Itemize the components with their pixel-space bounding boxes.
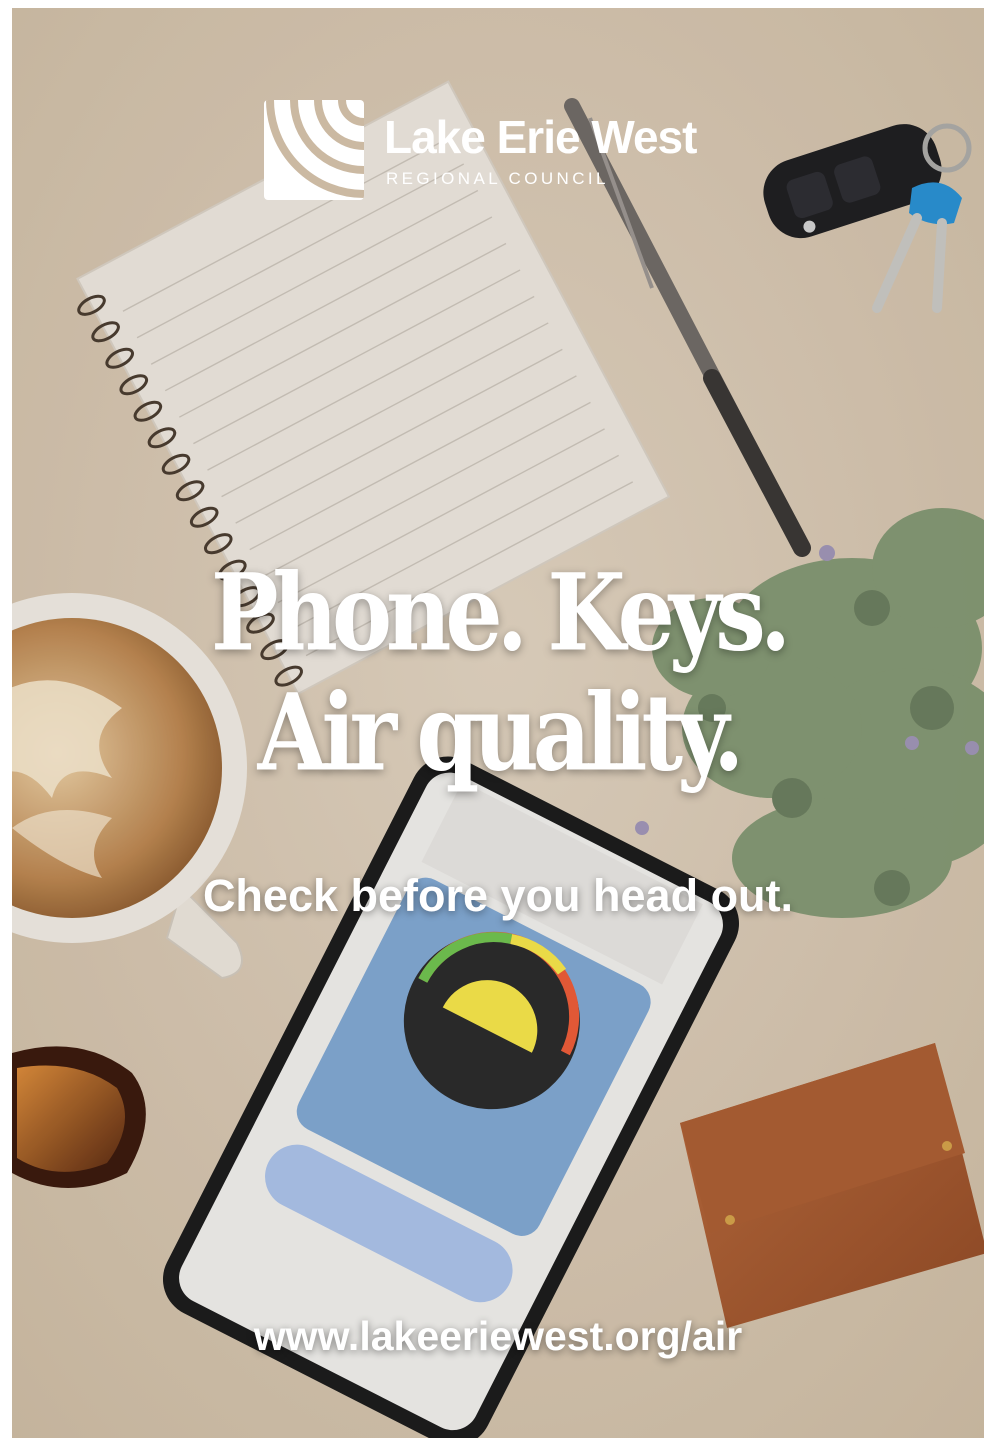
headline-line-1: Phone. Keys. [210,550,791,676]
tagline: Check before you head out. [202,870,794,921]
org-subtitle: REGIONAL COUNCIL [386,169,609,188]
org-logo: Lake Erie West REGIONAL COUNCIL [264,100,764,210]
concentric-arcs-logo-icon [264,100,364,200]
poster: Lake Erie West REGIONAL COUNCIL Phone. K… [12,8,984,1438]
website-url[interactable]: www.lakeeriewest.org/air [12,1313,984,1360]
org-name: Lake Erie West [384,111,697,163]
headline-line-2: Air quality. [257,670,745,796]
